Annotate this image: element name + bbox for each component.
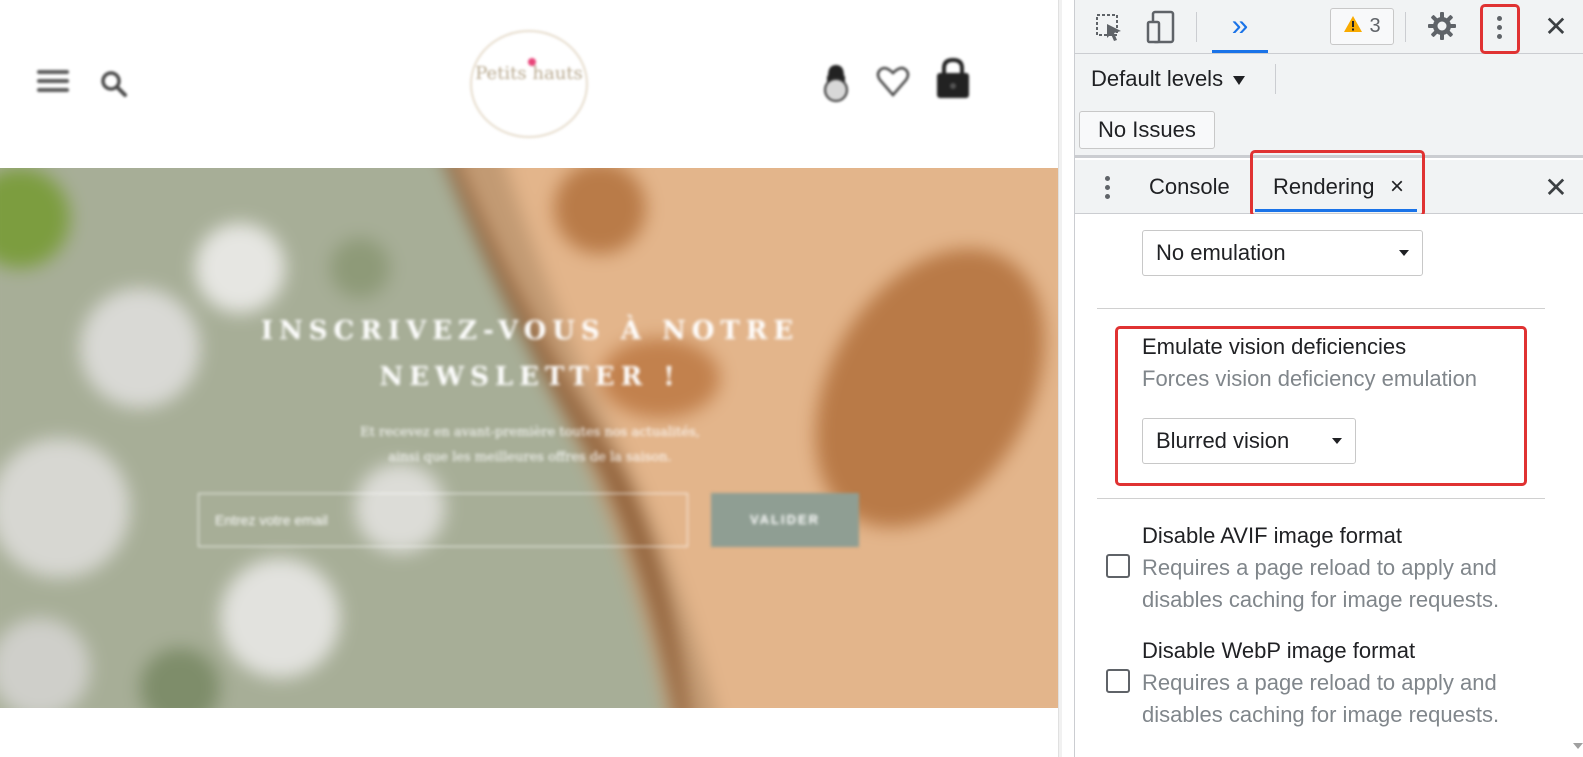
disable-webp-checkbox[interactable] [1106,669,1130,693]
emulation-select[interactable]: No emulation [1142,230,1423,276]
tab-rendering[interactable]: Rendering [1273,160,1375,214]
site-logo[interactable]: Petits hauts [470,30,588,138]
warning-count: 3 [1369,15,1381,37]
logo-text: Petits hauts [475,63,583,84]
newsletter-subtitle: Et recevez en avant-première toutes nos … [360,425,700,465]
shopping-bag-icon[interactable] [934,56,972,100]
disable-webp-description: Requires a page reload to apply and disa… [1142,670,1500,727]
disable-avif-description: Requires a page reload to apply and disa… [1142,555,1500,612]
newsletter-email-input[interactable]: Entrez votre email [198,493,688,547]
user-icon[interactable] [820,62,852,102]
more-tabs-icon[interactable]: » [1212,6,1268,46]
rendering-pane: No emulation Emulate vision deficiencies… [1075,214,1583,757]
hamburger-menu-icon[interactable] [37,70,69,96]
close-drawer-icon[interactable]: ✕ [1539,170,1573,204]
site-header: Petits hauts [0,0,1062,168]
caret-down-icon [1233,75,1246,85]
rendering-pane-scrollbar[interactable] [1570,214,1583,757]
emulation-select-value: No emulation [1156,240,1286,265]
inspect-element-icon[interactable] [1091,10,1127,44]
heart-icon[interactable] [876,64,910,98]
vision-deficiency-description: Forces vision deficiency emulation [1142,366,1478,391]
customize-kebab-menu-icon[interactable] [1485,10,1513,44]
devtools-toolbar: » 3 ✕ [1075,0,1583,54]
vision-select-value: Blurred vision [1156,428,1290,453]
scroll-down-arrow-icon[interactable] [1573,743,1583,749]
disable-avif-title: Disable AVIF image format [1142,523,1403,548]
vision-deficiency-select[interactable]: Blurred vision [1142,418,1356,464]
select-caret-icon [1332,438,1342,444]
tab-console[interactable]: Console [1149,160,1230,214]
disable-avif-checkbox[interactable] [1106,554,1130,578]
default-levels-dropdown[interactable]: Default levels [1091,66,1246,92]
close-rendering-tab-icon[interactable]: × [1390,160,1404,214]
vision-deficiency-title: Emulate vision deficiencies [1142,334,1407,359]
rendering-tab-indicator [1255,209,1417,212]
page-scrollbar[interactable] [1058,0,1062,757]
newsletter-title: INSCRIVEZ-VOUS À NOTRE NEWSLETTER ! [260,316,800,392]
no-issues-button[interactable]: No Issues [1079,111,1215,149]
active-tab-indicator [1212,50,1268,53]
default-levels-label: Default levels [1091,66,1224,91]
newsletter-submit-button[interactable]: VALIDER [711,493,859,547]
device-toolbar-icon[interactable] [1143,8,1179,46]
warnings-badge[interactable]: 3 [1330,8,1394,45]
disable-webp-title: Disable WebP image format [1142,638,1416,663]
warning-icon [1343,15,1363,39]
search-icon[interactable] [100,70,128,98]
settings-gear-icon[interactable] [1424,8,1460,44]
console-toolbar: Default levels No Issues [1075,54,1583,158]
select-caret-icon [1399,250,1409,256]
website-viewport: Petits hauts INSCRIVEZ-VOUS À NOTRE NEWS… [0,0,1062,757]
drawer-kebab-menu-icon[interactable] [1099,170,1115,204]
drawer-tabbar: Console Rendering × ✕ [1075,150,1583,217]
newsletter-hero: INSCRIVEZ-VOUS À NOTRE NEWSLETTER ! Et r… [0,168,1058,708]
close-devtools-icon[interactable]: ✕ [1538,8,1574,44]
devtools-panel: » 3 ✕ Default levels No Issues Console R… [1074,0,1583,757]
